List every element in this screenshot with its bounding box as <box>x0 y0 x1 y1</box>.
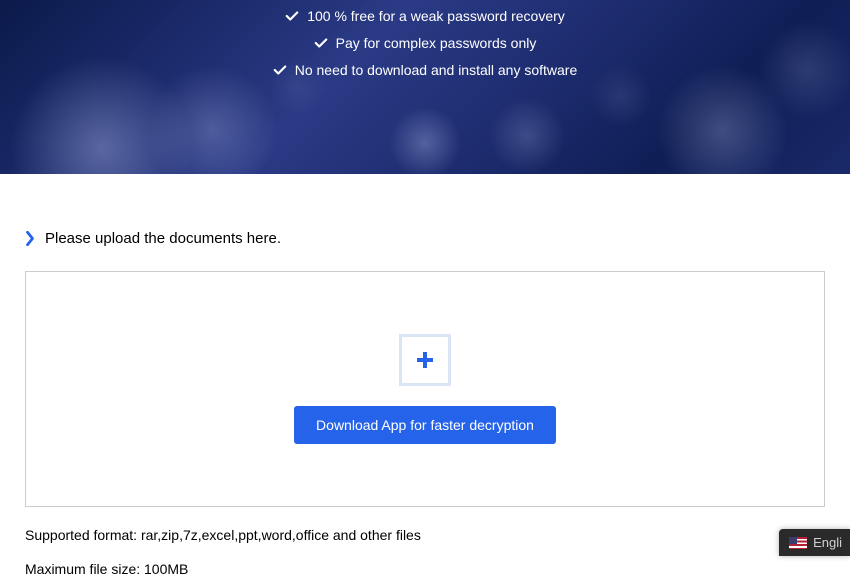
upload-header: Please upload the documents here. <box>25 230 825 247</box>
check-icon <box>285 9 299 23</box>
feature-text: 100 % free for a weak password recovery <box>307 8 565 24</box>
hero-banner: 100 % free for a weak password recovery … <box>0 0 850 174</box>
language-label: Engli <box>813 535 842 550</box>
add-file-button[interactable] <box>399 334 451 386</box>
language-selector[interactable]: Engli <box>779 529 850 556</box>
plus-icon <box>413 348 437 372</box>
us-flag-icon <box>789 537 807 549</box>
feature-item: 100 % free for a weak password recovery <box>285 8 565 24</box>
feature-list: 100 % free for a weak password recovery … <box>0 0 850 78</box>
chevron-right-icon <box>25 232 35 246</box>
upload-title: Please upload the documents here. <box>45 230 281 247</box>
content-area: Please upload the documents here. Downlo… <box>0 230 850 577</box>
supported-format-text: Supported format: rar,zip,7z,excel,ppt,w… <box>25 527 825 543</box>
check-icon <box>273 63 287 77</box>
feature-text: Pay for complex passwords only <box>336 35 537 51</box>
feature-item: No need to download and install any soft… <box>273 62 578 78</box>
check-icon <box>314 36 328 50</box>
max-file-size-text: Maximum file size: 100MB <box>25 561 825 577</box>
feature-text: No need to download and install any soft… <box>295 62 578 78</box>
upload-dropzone[interactable]: Download App for faster decryption <box>25 271 825 507</box>
download-app-button[interactable]: Download App for faster decryption <box>294 406 556 444</box>
feature-item: Pay for complex passwords only <box>314 35 537 51</box>
